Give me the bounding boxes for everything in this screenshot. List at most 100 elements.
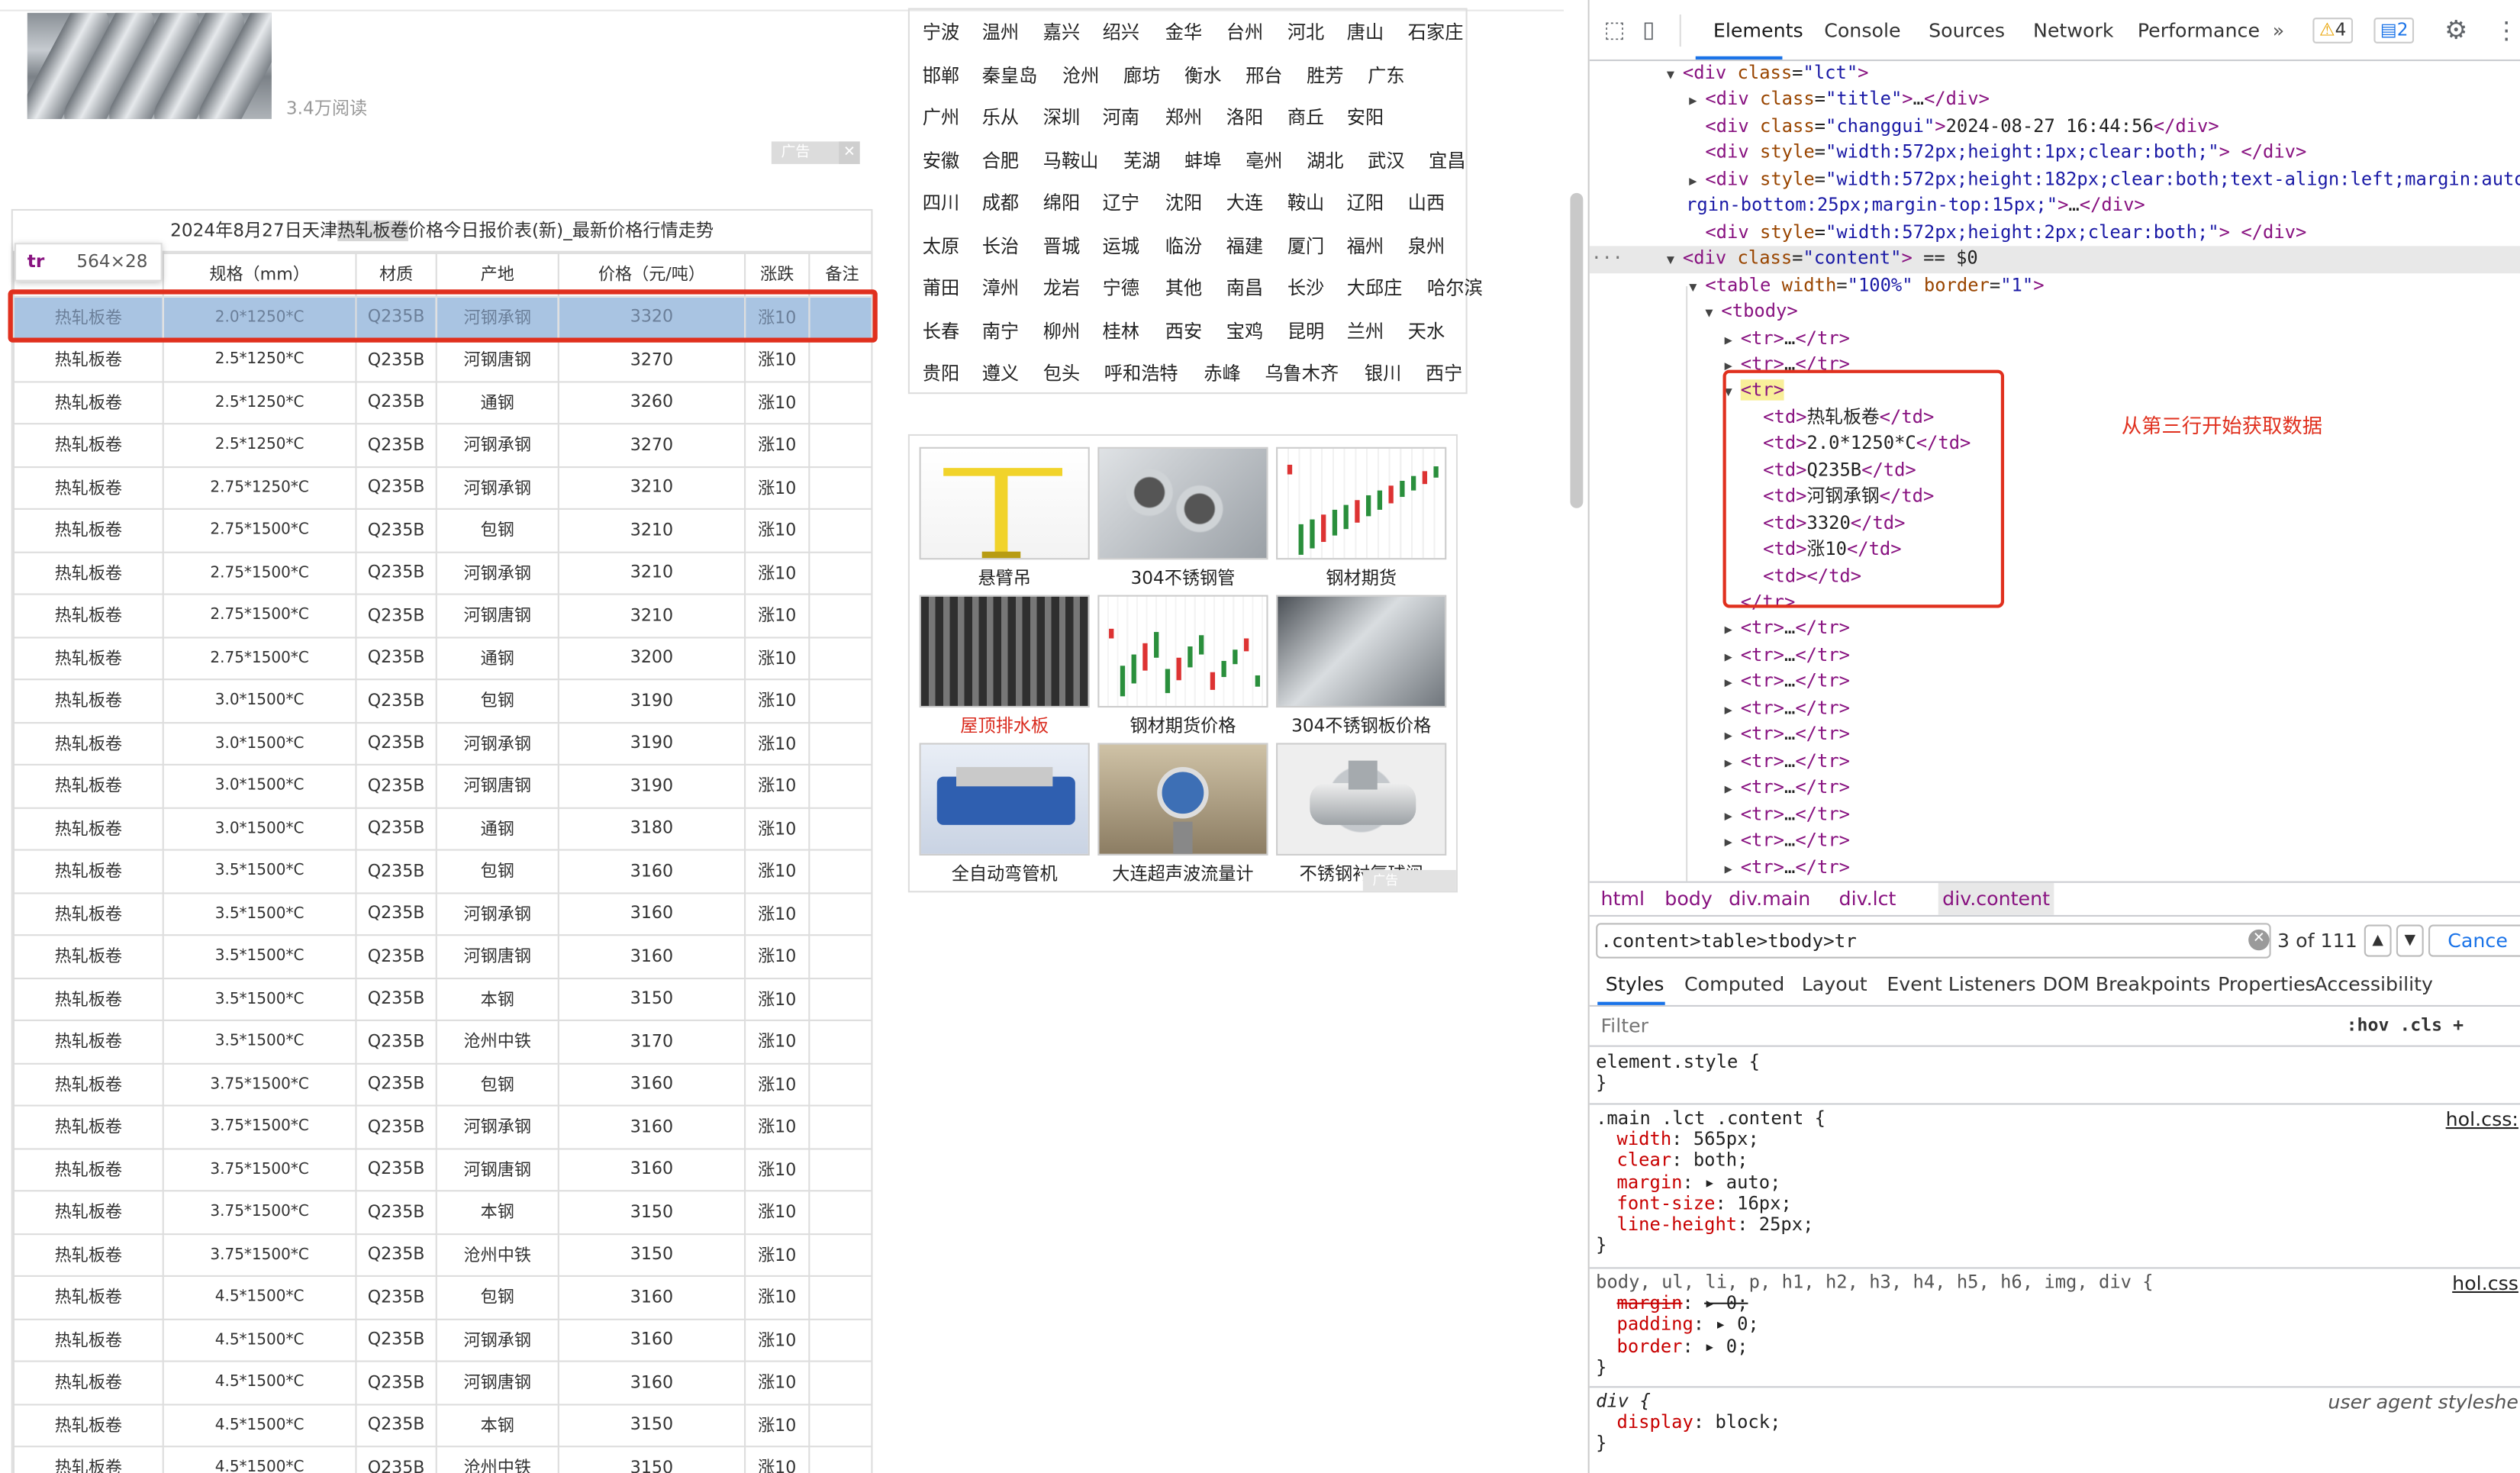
tab-console[interactable]: Console <box>1824 19 1900 41</box>
styles-subtab[interactable]: Accessibility <box>2314 973 2433 995</box>
gallery-item[interactable]: 304不锈钢管 <box>1097 446 1268 592</box>
css-declaration[interactable]: margin: ▸ auto; <box>1590 1172 2520 1193</box>
styles-subtab[interactable]: Layout <box>1802 973 1867 995</box>
expand-triangle-icon[interactable]: ▶ <box>1725 750 1741 777</box>
gallery-item[interactable]: 不锈钢衬氟球阀 <box>1276 743 1447 888</box>
dom-node[interactable]: <div style="width:572px;height:1px;clear… <box>1590 140 2520 167</box>
city-link[interactable]: 山西 <box>1408 182 1445 224</box>
gallery-ad-tag[interactable]: 广告 <box>1362 869 1456 891</box>
breadcrumb-item[interactable]: div.main <box>1729 883 1810 915</box>
gallery-caption[interactable]: 304不锈钢管 <box>1097 565 1268 591</box>
styles-subtab[interactable]: Computed <box>1684 973 1784 995</box>
city-link[interactable]: 嘉兴 <box>1043 11 1080 53</box>
css-declaration[interactable]: line-height: 25px; <box>1590 1214 2520 1236</box>
dom-node[interactable]: ▶ <tr>…</tr> <box>1590 749 2520 775</box>
dom-node[interactable]: ▼ <tbody> <box>1590 299 2520 326</box>
city-link[interactable]: 福建 <box>1226 224 1263 266</box>
styles-subtab[interactable]: Styles <box>1606 973 1664 995</box>
expand-triangle-icon[interactable]: ▶ <box>1725 671 1741 698</box>
city-link[interactable]: 昆明 <box>1287 310 1324 352</box>
gallery-item[interactable]: 屋顶排水板 <box>919 595 1090 740</box>
dom-node[interactable]: ▶ <tr>…</tr> <box>1590 828 2520 855</box>
dom-node[interactable]: ▶ <div style="width:572px;height:182px;cl… <box>1590 167 2520 194</box>
city-link[interactable]: 安阳 <box>1347 96 1384 138</box>
expand-triangle-icon[interactable]: ▶ <box>1725 830 1741 856</box>
city-link[interactable]: 福州 <box>1347 224 1384 266</box>
table-row[interactable]: 热轧板卷 4.5*1500*C Q235B 河钢承钢 3160 涨10 <box>12 1317 872 1362</box>
breadcrumb-item[interactable]: div.content <box>1937 882 2055 915</box>
rule2-source-link[interactable]: hol.css <box>2452 1272 2518 1294</box>
city-link[interactable]: 天水 <box>1408 310 1445 352</box>
styles-subtab[interactable]: DOM Breakpoints <box>2043 973 2211 995</box>
tab-elements[interactable]: Elements <box>1713 19 1803 41</box>
more-options-icon[interactable]: ⋮ <box>2494 18 2520 44</box>
dom-node[interactable]: ▶ <tr>…</tr> <box>1590 696 2520 723</box>
tab-performance[interactable]: Performance <box>2138 19 2260 41</box>
table-row[interactable]: 热轧板卷 3.75*1500*C Q235B 河钢承钢 3160 涨10 <box>12 1104 872 1149</box>
dom-search-input[interactable]: .content>table>tbody>tr <box>1596 923 2271 959</box>
table-row[interactable]: 热轧板卷 4.5*1500*C Q235B 河钢唐钢 3160 涨10 <box>12 1360 872 1405</box>
clear-search-icon[interactable]: ✕ <box>2248 929 2270 951</box>
table-row[interactable]: 热轧板卷 3.75*1500*C Q235B 沧州中铁 3150 涨10 <box>12 1233 872 1277</box>
gallery-item[interactable]: 钢材期货价格 <box>1097 595 1268 740</box>
gallery-image[interactable] <box>919 446 1090 560</box>
gallery-item[interactable]: 全自动弯管机 <box>919 743 1090 888</box>
city-link[interactable]: 郑州 <box>1165 96 1202 138</box>
expand-triangle-icon[interactable]: ▶ <box>1725 327 1741 354</box>
dom-node[interactable]: ▶ <tr>…</tr> <box>1590 617 2520 643</box>
page-scrollbar[interactable] <box>1570 192 1584 508</box>
city-link[interactable]: 泉州 <box>1408 224 1445 266</box>
dom-node[interactable]: ▶ <tr>…</tr> <box>1590 669 2520 696</box>
gallery-image[interactable] <box>1097 743 1268 856</box>
gallery-image[interactable] <box>1276 446 1447 560</box>
city-link[interactable]: 马鞍山 <box>1043 139 1099 181</box>
dom-node[interactable]: rgin-bottom:25px;margin-top:15px;">…</di… <box>1590 193 2520 220</box>
city-link[interactable]: 大邱庄 <box>1347 267 1403 309</box>
city-link[interactable]: 呼和浩特 <box>1104 352 1178 394</box>
table-row[interactable]: 热轧板卷 3.75*1500*C Q235B 河钢唐钢 3160 涨10 <box>12 1147 872 1192</box>
city-link[interactable]: 运城 <box>1103 224 1139 266</box>
css-declaration[interactable]: display: block; <box>1590 1412 2520 1433</box>
table-row[interactable]: 热轧板卷 4.5*1500*C Q235B 包钢 3160 涨10 <box>12 1275 872 1320</box>
gallery-caption[interactable]: 大连超声波流量计 <box>1097 860 1268 886</box>
css-declaration[interactable]: clear: both; <box>1590 1150 2520 1172</box>
city-link[interactable]: 宝鸡 <box>1226 310 1263 352</box>
expand-triangle-icon[interactable]: ▶ <box>1725 645 1741 672</box>
city-link[interactable]: 芜湖 <box>1123 139 1160 181</box>
city-link[interactable]: 包头 <box>1043 352 1080 394</box>
css-declaration[interactable]: width: 565px; <box>1590 1130 2520 1151</box>
css-declaration[interactable]: border: ▸ 0; <box>1590 1336 2520 1357</box>
expand-triangle-icon[interactable]: ▶ <box>1725 724 1741 751</box>
collapse-triangle-icon[interactable]: ▼ <box>1667 63 1683 89</box>
warning-badge[interactable]: ⚠4 <box>2312 18 2353 44</box>
city-link[interactable]: 邯郸 <box>923 54 959 96</box>
dom-node[interactable]: ▼ <div class="lct"> <box>1590 61 2520 88</box>
city-link[interactable]: 赤峰 <box>1204 352 1240 394</box>
city-link[interactable]: 宁波 <box>923 11 959 53</box>
city-link[interactable]: 沧州 <box>1062 54 1099 96</box>
city-link[interactable]: 漳州 <box>982 267 1019 309</box>
city-link[interactable]: 乌鲁木齐 <box>1265 352 1339 394</box>
city-link[interactable]: 广州 <box>923 96 959 138</box>
city-link[interactable]: 成都 <box>982 182 1019 224</box>
expand-triangle-icon[interactable]: ▶ <box>1725 618 1741 645</box>
dom-node[interactable]: ▶ <tr>…</tr> <box>1590 855 2520 882</box>
city-link[interactable]: 长沙 <box>1287 267 1324 309</box>
breadcrumb-item[interactable]: body <box>1664 883 1713 915</box>
dom-node[interactable]: ▶ <tr>…</tr> <box>1590 643 2520 670</box>
gallery-image[interactable] <box>1276 743 1447 856</box>
tab-network[interactable]: Network <box>2033 19 2114 41</box>
table-row[interactable]: 热轧板卷 2.75*1250*C Q235B 河钢承钢 3210 涨10 <box>12 465 872 510</box>
expand-triangle-icon[interactable]: ▶ <box>1725 804 1741 830</box>
steel-bars-thumbnail[interactable] <box>27 12 272 119</box>
city-link[interactable]: 唐山 <box>1347 11 1384 53</box>
table-row[interactable]: 热轧板卷 3.5*1500*C Q235B 河钢承钢 3160 涨10 <box>12 891 872 936</box>
gallery-caption[interactable]: 全自动弯管机 <box>920 860 1090 886</box>
city-link[interactable]: 桂林 <box>1103 310 1139 352</box>
dom-node[interactable]: ▼ <table width="100%" border="1"> <box>1590 272 2520 299</box>
collapse-triangle-icon[interactable]: ▼ <box>1667 248 1683 275</box>
city-link[interactable]: 临汾 <box>1165 224 1202 266</box>
gallery-item[interactable]: 悬臂吊 <box>919 446 1090 592</box>
city-link[interactable]: 长春 <box>923 310 959 352</box>
city-link[interactable]: 莆田 <box>923 267 959 309</box>
